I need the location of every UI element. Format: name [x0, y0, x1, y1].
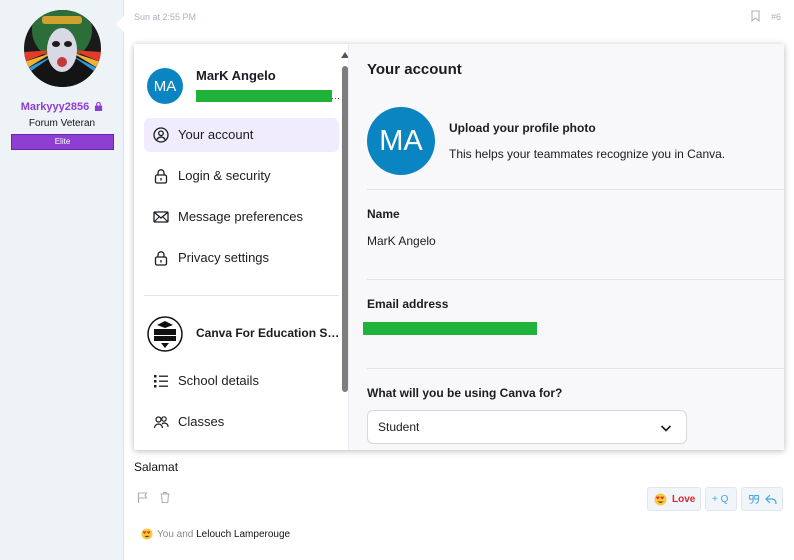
redaction-bar [363, 322, 537, 335]
post-arrow [116, 16, 124, 32]
post-message: Salamat [134, 460, 179, 474]
heart-eyes-emoji-icon [141, 528, 153, 540]
multiquote-button[interactable]: + Q [705, 487, 737, 511]
reaction-list[interactable]: You and Lelouch Lamperouge [157, 529, 290, 540]
heart-eyes-emoji-icon [654, 493, 667, 506]
reaction-others[interactable]: Lelouch Lamperouge [196, 529, 290, 540]
redaction-bar [196, 90, 332, 102]
nav-divider [144, 295, 339, 296]
use-select[interactable]: Student [367, 410, 687, 444]
lock-icon [154, 251, 168, 266]
reply-icon [765, 494, 777, 505]
reaction-you: You [157, 529, 174, 540]
upload-photo-title[interactable]: Upload your profile photo [449, 121, 596, 135]
nav-label: School details [178, 373, 259, 388]
multiquote-label: + Q [712, 494, 729, 505]
attached-screenshot[interactable]: MA MarK Angelo … Your account Login & se… [134, 44, 784, 450]
use-label: What will you be using Canva for? [367, 386, 563, 400]
user-avatar[interactable] [24, 10, 101, 87]
trash-icon[interactable] [160, 492, 170, 503]
name-value: MarK Angelo [367, 234, 436, 248]
profile-avatar[interactable]: MA [367, 107, 435, 175]
reaction-joiner: and [176, 529, 194, 540]
list-icon [154, 375, 168, 388]
account-name: MarK Angelo [196, 68, 276, 83]
nav-classes[interactable]: Classes [144, 405, 339, 439]
account-content: Your account MA Upload your profile phot… [348, 44, 784, 450]
username[interactable]: Markyyy2856 [0, 101, 124, 113]
user-icon [153, 127, 169, 143]
nav-label: Privacy settings [178, 250, 270, 265]
flag-icon[interactable] [137, 492, 148, 503]
love-reaction-button[interactable]: Love [647, 487, 701, 511]
upload-photo-description: This helps your teammates recognize you … [449, 147, 726, 161]
chevron-down-icon [660, 425, 672, 432]
team-name[interactable]: Canva For Education S… [196, 326, 339, 340]
bookmark-icon[interactable] [751, 10, 760, 22]
envelope-icon [153, 211, 169, 223]
nav-school-details[interactable]: School details [144, 364, 339, 398]
section-divider [367, 279, 784, 280]
use-select-value: Student [378, 420, 420, 434]
name-label: Name [367, 207, 400, 221]
section-divider [367, 368, 784, 369]
post-date[interactable]: Sun at 2:55 PM [134, 12, 196, 22]
account-avatar: MA [147, 68, 183, 104]
verified-lock-icon [95, 102, 103, 111]
users-icon [153, 416, 169, 429]
user-banner: Elite [11, 134, 114, 150]
post-number[interactable]: #6 [771, 12, 781, 22]
nav-label: Login & security [178, 168, 271, 183]
section-title: Your account [367, 61, 462, 78]
quote-icon [749, 495, 759, 504]
email-ellipsis: … [331, 91, 340, 101]
nav-your-account[interactable]: Your account [144, 118, 339, 152]
nav-label: Your account [178, 127, 254, 142]
nav-privacy-settings[interactable]: Privacy settings [144, 241, 339, 275]
quote-reply-button[interactable] [741, 487, 783, 511]
user-info-column: Markyyy2856 Forum Veteran Elite [0, 0, 124, 560]
lock-icon [154, 169, 168, 184]
user-title: Forum Veteran [28, 118, 96, 129]
settings-sidebar: MA MarK Angelo … Your account Login & se… [134, 44, 340, 450]
section-divider [367, 189, 784, 190]
email-label: Email address [367, 297, 449, 311]
nav-message-preferences[interactable]: Message preferences [144, 200, 339, 234]
love-label: Love [672, 494, 696, 505]
soul-calibre-logo [147, 316, 183, 352]
nav-login-security[interactable]: Login & security [144, 159, 339, 193]
nav-label: Message preferences [178, 209, 304, 224]
nav-label: Classes [178, 414, 225, 429]
